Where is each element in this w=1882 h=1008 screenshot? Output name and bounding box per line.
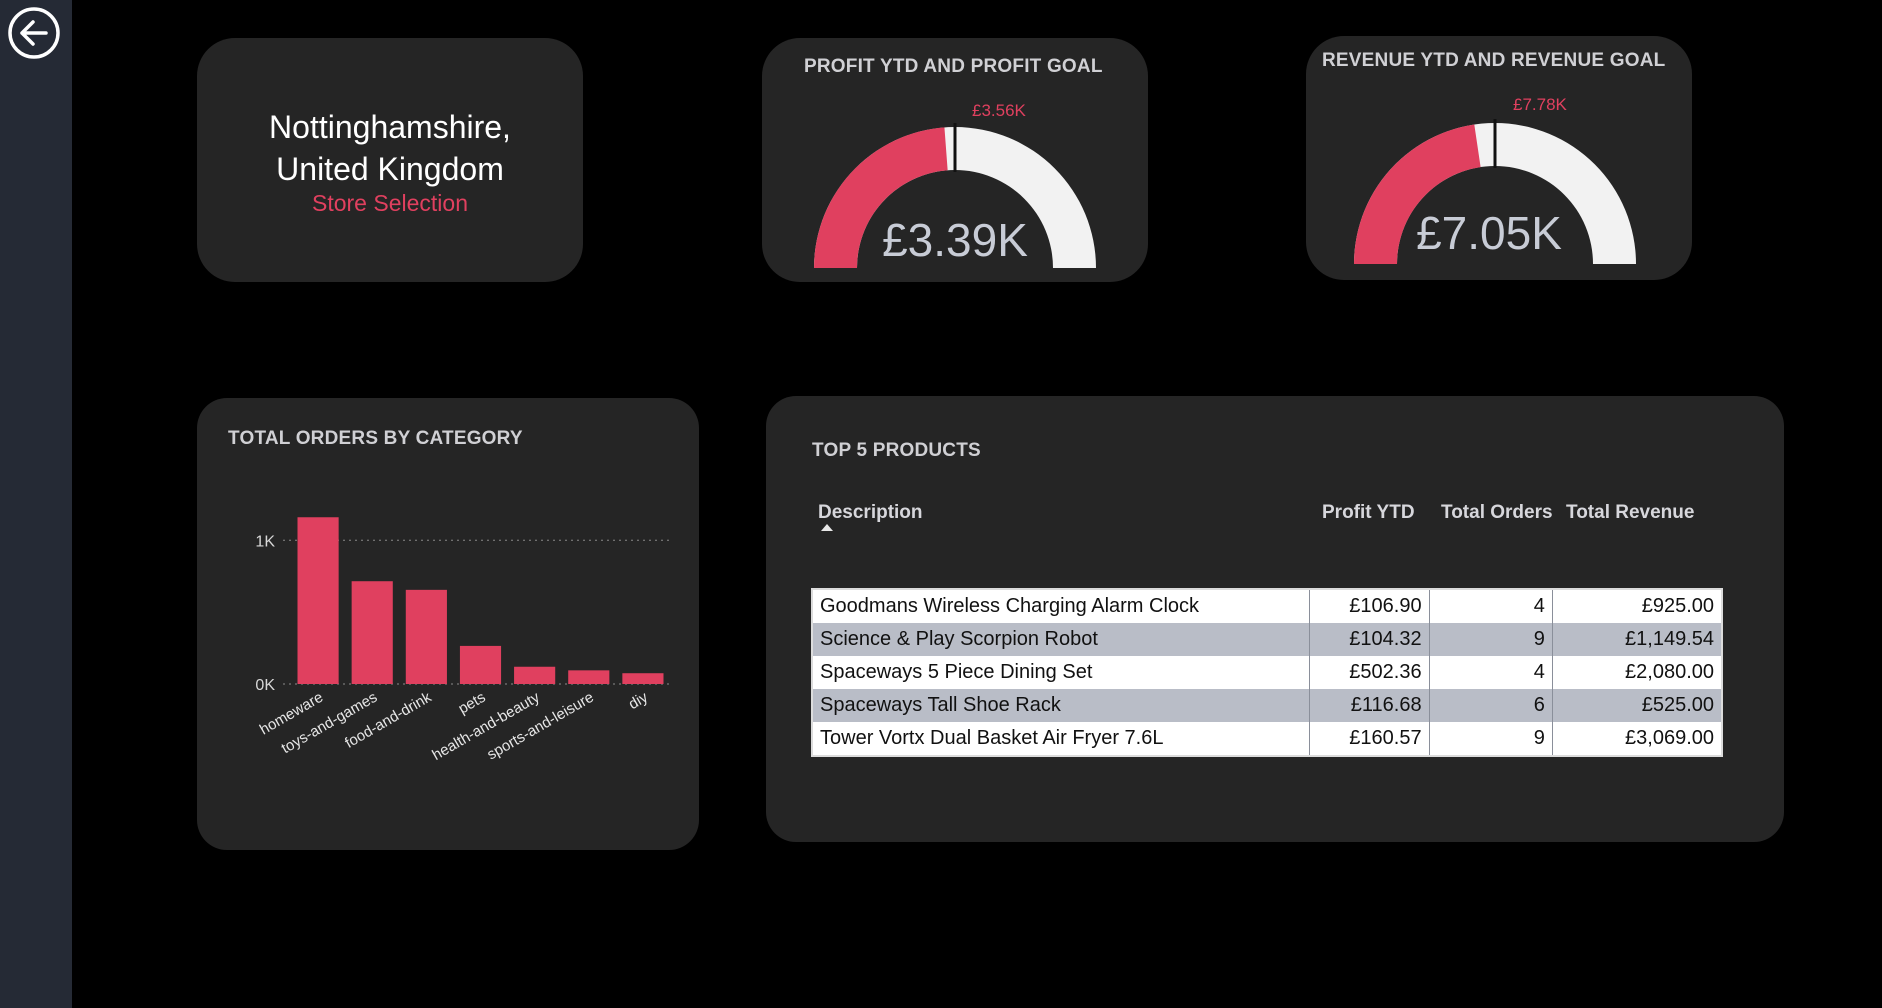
- table-row[interactable]: Spaceways 5 Piece Dining Set £502.36 4 £…: [812, 656, 1722, 689]
- x-tick-label-diy: diy: [626, 688, 652, 713]
- store-selection-label: Store Selection: [312, 190, 468, 216]
- table-row[interactable]: Spaceways Tall Shoe Rack £116.68 6 £525.…: [812, 689, 1722, 722]
- bar-health-and-beauty[interactable]: [514, 666, 556, 684]
- left-sidebar: [0, 0, 72, 1008]
- table-row[interactable]: Goodmans Wireless Charging Alarm Clock £…: [812, 589, 1722, 623]
- top-products-grid: Goodmans Wireless Charging Alarm Clock £…: [811, 588, 1723, 757]
- top-products-card: TOP 5 PRODUCTS Description Profit YTD To…: [766, 396, 1784, 842]
- orders-bar-chart: 0K1Khomewaretoys-and-gamesfood-and-drink…: [255, 517, 672, 764]
- cell-total-revenue: £3,069.00: [1552, 722, 1722, 756]
- profit-gauge-card: PROFIT YTD AND PROFIT GOAL £3.56K £3.39K: [762, 38, 1148, 282]
- cell-total-orders: 4: [1429, 589, 1553, 623]
- column-header-total-orders[interactable]: Total Orders: [1441, 502, 1553, 524]
- y-tick-label: 1K: [255, 533, 275, 550]
- top-products-title: TOP 5 PRODUCTS: [812, 440, 981, 461]
- store-selection-card: Nottinghamshire, United Kingdom Store Se…: [197, 38, 583, 282]
- store-name-line1: Nottinghamshire,: [269, 109, 511, 145]
- revenue-goal-label: £7.78K: [1513, 95, 1567, 114]
- cell-total-revenue: £2,080.00: [1552, 656, 1722, 689]
- cell-description: Goodmans Wireless Charging Alarm Clock: [812, 589, 1310, 623]
- bar-pets[interactable]: [459, 645, 502, 684]
- cell-profit-ytd: £104.32: [1309, 623, 1430, 656]
- x-tick-label-pets: pets: [455, 689, 488, 718]
- cell-profit-ytd: £116.68: [1309, 689, 1430, 722]
- profit-goal-label: £3.56K: [972, 101, 1026, 120]
- column-header-total-revenue[interactable]: Total Revenue: [1566, 502, 1694, 524]
- sort-ascending-icon[interactable]: [821, 524, 833, 531]
- table-row[interactable]: Science & Play Scorpion Robot £104.32 9 …: [812, 623, 1722, 656]
- cell-profit-ytd: £502.36: [1309, 656, 1430, 689]
- profit-value-label: £3.39K: [882, 214, 1028, 266]
- cell-profit-ytd: £160.57: [1309, 722, 1430, 756]
- cell-description: Spaceways Tall Shoe Rack: [812, 689, 1310, 722]
- cell-total-revenue: £925.00: [1552, 589, 1722, 623]
- cell-description: Science & Play Scorpion Robot: [812, 623, 1310, 656]
- bar-toys-and-games[interactable]: [351, 581, 393, 684]
- cell-total-orders: 6: [1429, 689, 1553, 722]
- cell-total-revenue: £1,149.54: [1552, 623, 1722, 656]
- cell-total-orders: 9: [1429, 722, 1553, 756]
- cell-total-revenue: £525.00: [1552, 689, 1722, 722]
- cell-description: Spaceways 5 Piece Dining Set: [812, 656, 1310, 689]
- orders-by-category-card: TOTAL ORDERS BY CATEGORY 0K 1K homeware toy…: [197, 398, 699, 850]
- cell-profit-ytd: £106.90: [1309, 589, 1430, 623]
- store-name: Nottinghamshire, United Kingdom: [197, 106, 583, 190]
- bar-sports-and-leisure[interactable]: [568, 670, 610, 684]
- bar-food-and-drink[interactable]: [405, 589, 447, 684]
- revenue-value-label: £7.05K: [1416, 207, 1562, 259]
- back-arrow-circle-icon[interactable]: [6, 5, 62, 61]
- cell-total-orders: 9: [1429, 623, 1553, 656]
- bar-diy[interactable]: [622, 673, 664, 684]
- cell-total-orders: 4: [1429, 656, 1553, 689]
- store-name-line2: United Kingdom: [276, 151, 504, 187]
- column-header-profit-ytd[interactable]: Profit YTD: [1322, 502, 1415, 524]
- y-tick-label: 0K: [255, 677, 275, 694]
- table-row[interactable]: Tower Vortx Dual Basket Air Fryer 7.6L £…: [812, 722, 1722, 756]
- bar-homeware[interactable]: [297, 517, 339, 684]
- revenue-gauge-card: REVENUE YTD AND REVENUE GOAL £7.78K £7.0…: [1306, 36, 1692, 280]
- column-header-description[interactable]: Description: [818, 502, 923, 524]
- cell-description: Tower Vortx Dual Basket Air Fryer 7.6L: [812, 722, 1310, 756]
